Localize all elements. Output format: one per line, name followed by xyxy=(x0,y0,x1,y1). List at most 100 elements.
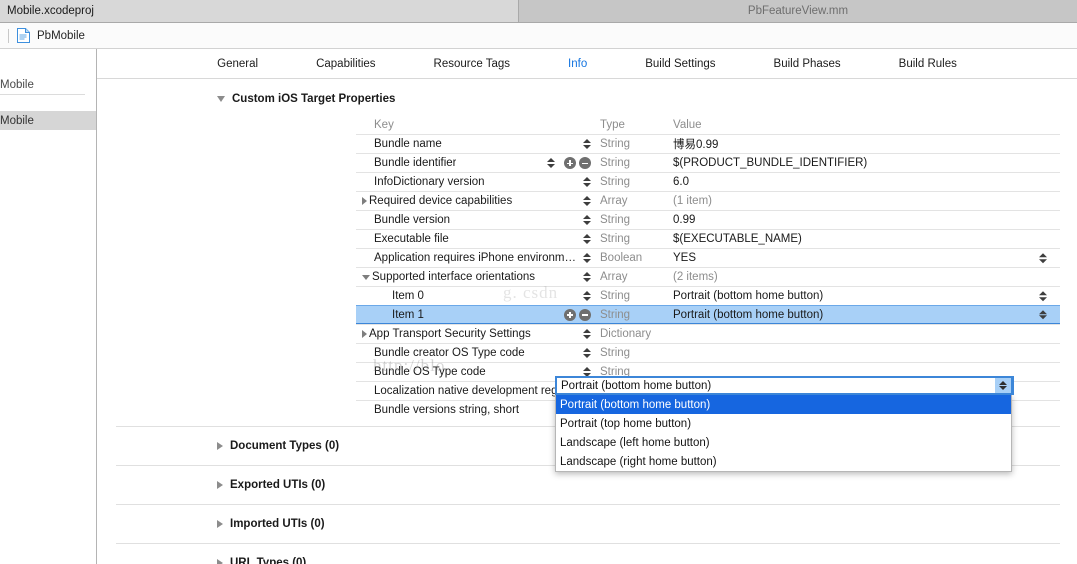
row-stepper-icon[interactable] xyxy=(582,196,591,206)
cell-value-label: Portrait (bottom home button) xyxy=(673,290,824,302)
tab-build-rules[interactable]: Build Rules xyxy=(870,50,986,78)
row-stepper-icon[interactable] xyxy=(582,215,591,225)
table-row[interactable]: Item 1 String Portrait (bottom home button… xyxy=(356,305,1060,324)
row-stepper-icon[interactable] xyxy=(582,291,591,301)
orientation-combo-box[interactable]: Portrait (bottom home button) Portrait (… xyxy=(555,376,1014,472)
cell-key[interactable]: Bundle name xyxy=(356,135,600,153)
cell-value-label: 6.0 xyxy=(673,176,689,188)
section-exported-utis-label: Exported UTIs (0) xyxy=(230,479,326,491)
navigator-item-0[interactable]: Mobile xyxy=(0,75,96,94)
option-landscape-right-home-button[interactable]: Landscape (right home button) xyxy=(556,452,1011,471)
value-stepper-icon[interactable] xyxy=(1038,309,1047,320)
tab-capabilities[interactable]: Capabilities xyxy=(287,50,404,78)
navigator-item-1[interactable]: Mobile xyxy=(0,111,96,130)
cell-key[interactable]: Supported interface orientations xyxy=(356,268,600,286)
cell-value[interactable]: $(EXECUTABLE_NAME) xyxy=(673,233,1060,245)
cell-key[interactable]: InfoDictionary version xyxy=(356,173,600,191)
cell-key[interactable]: App Transport Security Settings xyxy=(356,325,600,343)
cell-key[interactable]: Item 1 xyxy=(356,306,600,323)
window-tab-inactive[interactable]: PbFeatureView.mm xyxy=(519,0,1077,22)
cell-value[interactable]: (2 items) xyxy=(673,271,1060,283)
row-stepper-icon[interactable] xyxy=(582,234,591,244)
combo-stepper-icon[interactable] xyxy=(995,376,1013,395)
row-stepper-icon[interactable] xyxy=(546,158,555,168)
table-row[interactable]: Supported interface orientations Array (2 … xyxy=(356,267,1060,286)
option-landscape-left-home-button[interactable]: Landscape (left home button) xyxy=(556,433,1011,452)
main-split-view: Mobile Mobile General Capabilities Resou… xyxy=(0,49,1077,564)
row-stepper-icon[interactable] xyxy=(582,272,591,282)
cell-key[interactable]: Bundle version xyxy=(356,211,600,229)
cell-type[interactable]: String xyxy=(600,176,673,188)
window-tab-active[interactable]: Mobile.xcodeproj xyxy=(0,0,519,22)
table-row[interactable]: App Transport Security Settings Dictionar… xyxy=(356,324,1060,343)
cell-type[interactable]: Boolean xyxy=(600,252,673,264)
table-row[interactable]: InfoDictionary version String 6.0 xyxy=(356,172,1060,191)
cell-value[interactable]: Portrait (bottom home button) xyxy=(673,290,1060,302)
chevron-down-icon[interactable] xyxy=(362,274,370,280)
chevron-right-icon[interactable] xyxy=(362,197,367,205)
row-stepper-icon[interactable] xyxy=(582,177,591,187)
cell-key[interactable]: Executable file xyxy=(356,230,600,248)
cell-key[interactable]: Required device capabilities xyxy=(356,192,600,210)
remove-row-button[interactable] xyxy=(579,157,591,169)
table-row[interactable]: Bundle name String 博易0.99 xyxy=(356,134,1060,153)
cell-value[interactable]: 0.99 xyxy=(673,214,1060,226)
cell-value[interactable]: YES xyxy=(673,252,1060,264)
row-stepper-icon[interactable] xyxy=(582,329,591,339)
cell-value[interactable]: 6.0 xyxy=(673,176,1060,188)
row-stepper-icon[interactable] xyxy=(582,348,591,358)
cell-value-label: $(EXECUTABLE_NAME) xyxy=(673,233,802,245)
chevron-right-icon[interactable] xyxy=(217,481,223,489)
table-row[interactable]: Item 0 String Portrait (bottom home button… xyxy=(356,286,1060,305)
table-row[interactable]: Required device capabilities Array (1 item… xyxy=(356,191,1060,210)
option-portrait-top-home-button[interactable]: Portrait (top home button) xyxy=(556,414,1011,433)
cell-type[interactable]: Array xyxy=(600,271,673,283)
chevron-right-icon[interactable] xyxy=(217,559,223,564)
orientation-combo-field[interactable]: Portrait (bottom home button) xyxy=(555,376,1014,395)
table-row[interactable]: Executable file String $(EXECUTABLE_NAME) xyxy=(356,229,1060,248)
table-row[interactable]: Bundle creator OS Type code String xyxy=(356,343,1060,362)
option-portrait-bottom-home-button[interactable]: Portrait (bottom home button) xyxy=(556,395,1011,414)
cell-type[interactable]: String xyxy=(600,138,673,150)
cell-type[interactable]: String xyxy=(600,233,673,245)
tab-general[interactable]: General xyxy=(188,50,287,78)
cell-key[interactable]: Bundle creator OS Type code xyxy=(356,344,600,362)
cell-type[interactable]: Array xyxy=(600,195,673,207)
jump-bar-label[interactable]: PbMobile xyxy=(37,30,85,42)
chevron-right-icon[interactable] xyxy=(217,442,223,450)
cell-type[interactable]: String xyxy=(600,309,673,321)
window-tab-inactive-label: PbFeatureView.mm xyxy=(747,5,849,17)
chevron-right-icon[interactable] xyxy=(362,330,367,338)
table-row[interactable]: Application requires iPhone environm… Boo… xyxy=(356,248,1060,267)
row-stepper-icon[interactable] xyxy=(582,253,591,263)
value-stepper-icon[interactable] xyxy=(1038,291,1047,301)
cell-value[interactable]: 博易0.99 xyxy=(673,136,1060,152)
cell-key[interactable]: Application requires iPhone environm… xyxy=(356,249,600,267)
cell-value[interactable]: Portrait (bottom home button) xyxy=(673,309,1060,321)
tab-build-settings[interactable]: Build Settings xyxy=(616,50,744,78)
section-imported-utis[interactable]: Imported UTIs (0) xyxy=(97,505,1077,543)
add-row-button[interactable] xyxy=(564,157,576,169)
tab-resource-tags[interactable]: Resource Tags xyxy=(405,50,540,78)
cell-type[interactable]: String xyxy=(600,290,673,302)
remove-row-button[interactable] xyxy=(579,308,591,321)
chevron-right-icon[interactable] xyxy=(217,520,223,528)
cell-type[interactable]: String xyxy=(600,214,673,226)
section-header-custom-ios-target-properties[interactable]: Custom iOS Target Properties xyxy=(217,91,1077,107)
cell-value[interactable]: $(PRODUCT_BUNDLE_IDENTIFIER) xyxy=(673,157,1060,169)
section-url-types[interactable]: URL Types (0) xyxy=(97,544,1077,564)
cell-type[interactable]: String xyxy=(600,157,673,169)
row-stepper-icon[interactable] xyxy=(582,139,591,149)
table-row[interactable]: Bundle version String 0.99 xyxy=(356,210,1060,229)
cell-key[interactable]: Item 0 xyxy=(356,287,600,305)
tab-build-phases[interactable]: Build Phases xyxy=(745,50,870,78)
cell-value[interactable]: (1 item) xyxy=(673,195,1060,207)
table-row[interactable]: Bundle identifier String $(PRODUCT_BUNDLE_… xyxy=(356,153,1060,172)
add-row-button[interactable] xyxy=(564,308,576,321)
cell-type[interactable]: Dictionary xyxy=(600,328,673,340)
value-stepper-icon[interactable] xyxy=(1038,253,1047,263)
cell-key[interactable]: Bundle identifier xyxy=(356,154,600,172)
cell-type[interactable]: String xyxy=(600,347,673,359)
chevron-down-icon[interactable] xyxy=(217,96,225,102)
tab-info[interactable]: Info xyxy=(539,50,616,78)
